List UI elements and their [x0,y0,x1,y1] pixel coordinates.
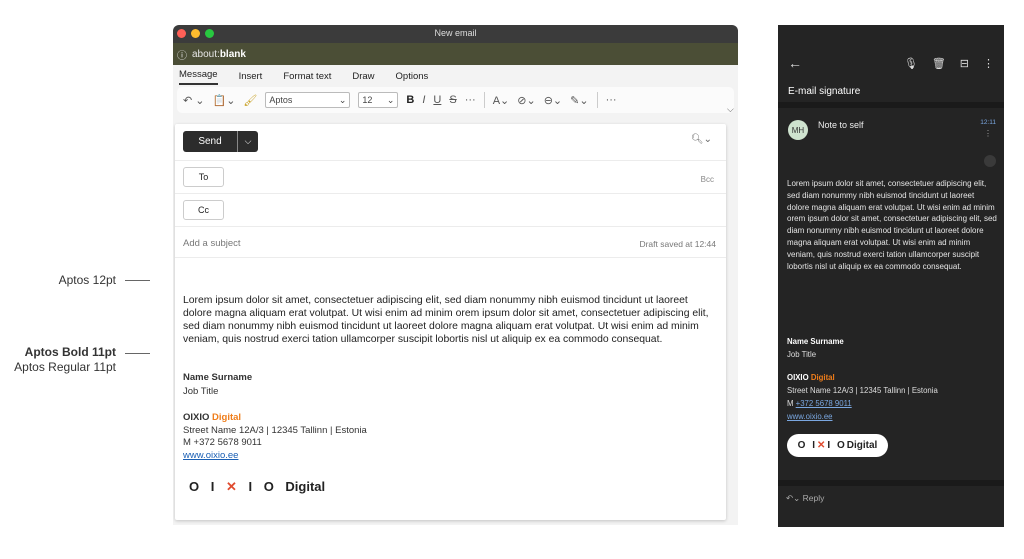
bold-icon[interactable]: B [406,94,414,106]
mobile-phone-link[interactable]: +372 5678 9011 [796,399,852,408]
tab-message[interactable]: Message [179,69,218,85]
chevron-down-icon[interactable]: ⌵ [727,104,734,115]
mobile-signature-company: OIXIO Digital [787,373,835,382]
info-icon: ⓘ [177,50,187,62]
mobile-time: 12:11 [980,119,996,126]
outlook-window: New email ⓘ about:blank Message Insert F… [173,25,738,525]
mobile-divider [778,480,1004,486]
tab-insert[interactable]: Insert [239,71,263,85]
to-button[interactable]: To [183,167,224,187]
window-title: New email [434,28,477,38]
bcc-link[interactable]: Bcc [701,175,714,184]
mobile-signature-job-title: Job Title [787,350,817,359]
signature-name: Name Surname [183,372,253,383]
emoji-reaction-icon[interactable] [984,155,996,167]
send-button[interactable]: Send ⌵ [183,131,258,152]
more-format-icon[interactable]: ··· [465,94,476,106]
font-size-select[interactable]: 12 ⌄ [358,92,399,108]
tab-format-text[interactable]: Format text [283,71,331,85]
attach-icon[interactable]: ⊘⌄ [517,94,535,107]
draft-status: Draft saved at 12:44 [639,239,716,249]
to-row: To Bcc [175,160,726,193]
mobile-website-link[interactable]: www.oixio.ee [787,412,833,421]
reply-button[interactable]: ↶⌄ Reply [786,493,824,504]
italic-icon[interactable]: I [422,94,425,106]
annotation-aptos-12: Aptos 12pt [58,273,116,287]
signature-website-link[interactable]: www.oixio.ee [183,450,238,461]
signature-block: Name Surname Job Title OIXIO Digital Str… [183,372,367,462]
subject-input[interactable]: Add a subject [183,238,241,249]
address-bar[interactable]: ⓘ about:blank [173,43,738,65]
tab-draw[interactable]: Draw [352,71,374,85]
mobile-signature-name: Name Surname [787,337,844,346]
address-text: about:blank [192,48,246,60]
toolbar-divider [483,92,485,108]
mobile-message-body: Lorem ipsum dolor sit amet, consectetuer… [787,179,997,271]
reply-icon: ↶⌄ [786,493,801,503]
highlight-icon[interactable]: ✎⌄ [570,94,588,107]
strikethrough-icon[interactable]: S [449,94,456,106]
more-vertical-icon[interactable]: ⋮ [984,129,992,138]
subject-row: Add a subject Draft saved at 12:44 [175,226,726,256]
mobile-oixio-logo: O I ✕ I O Digital [787,434,888,457]
annotation-aptos-regular-11: Aptos Regular 11pt [14,360,116,374]
tab-options[interactable]: Options [396,71,429,85]
font-family-select[interactable]: Aptos ⌄ [265,92,351,108]
chevron-down-icon[interactable]: ⌵ [238,131,258,152]
trash-icon[interactable]: 🗑︎ [932,57,946,70]
oixio-logo: O I ✕ I O Digital [189,479,326,494]
cc-row: Cc [175,193,726,226]
toolbar-divider [596,92,598,108]
signature-mobile: M +372 5678 9011 [183,437,262,448]
mobile-divider [778,102,1004,108]
send-label: Send [183,131,238,152]
avatar: MH [788,120,808,140]
annotation-line [125,280,150,281]
back-arrow-icon[interactable]: ← [788,55,802,71]
screenshot-stage: Aptos 12pt Aptos Bold 11pt Aptos Regular… [0,0,1024,559]
mobile-sender: Note to self [818,120,864,130]
format-toolbar: ↶ ⌄ 📋⌄ 🖌 Aptos ⌄ 12 ⌄ B I U S ··· A⌄ ⊘⌄ ⊖⌄… [177,87,734,113]
signature-address: Street Name 12A/3 | 12345 Tallinn | Esto… [183,424,367,436]
more-options-icon[interactable]: ··· [606,94,617,106]
archive-icon[interactable]: ⊟ [960,57,969,70]
mobile-signature-block: Name Surname Job Title OIXIO Digital Str… [787,335,938,423]
mobile-top-bar: ← 🎙︎ 🗑︎ ⊟ ⋮ [778,55,1004,75]
zoom-icon[interactable]: 🔍︎⌄ [691,134,712,145]
signature-company: OIXIO Digital [183,412,242,423]
annotation-aptos-bold-11: Aptos Bold 11pt [24,345,116,359]
undo-icon[interactable]: ↶ ⌄ [183,94,205,107]
microphone-icon[interactable]: 🎙︎ [904,57,918,70]
title-bar: New email [173,25,738,43]
ribbon-tabs: Message Insert Format text Draw Options [173,65,738,85]
signature-job-title: Job Title [183,385,219,397]
mobile-subject: E-mail signature [788,86,861,97]
link-icon[interactable]: ⊖⌄ [544,94,562,107]
body-divider [175,257,726,258]
message-body[interactable]: Lorem ipsum dolor sit amet, consectetuer… [183,294,719,346]
mobile-preview: ← 🎙︎ 🗑︎ ⊟ ⋮ E-mail signature MH Note to … [778,25,1004,527]
more-vertical-icon[interactable]: ⋮ [983,57,994,70]
cc-button[interactable]: Cc [183,200,224,220]
format-painter-icon[interactable]: 🖌 [243,94,257,107]
mobile-signature-address: Street Name 12A/3 | 12345 Tallinn | Esto… [787,386,938,395]
paste-icon[interactable]: 📋⌄ [213,94,236,107]
mobile-signature-mobile: M +372 5678 9011 [787,399,852,408]
annotation-line [125,353,150,354]
compose-pane: Send ⌵ 🔍︎⌄ To Bcc Cc Add a subject Draft… [175,124,726,520]
styles-icon[interactable]: A⌄ [493,94,510,107]
underline-icon[interactable]: U [433,94,441,106]
